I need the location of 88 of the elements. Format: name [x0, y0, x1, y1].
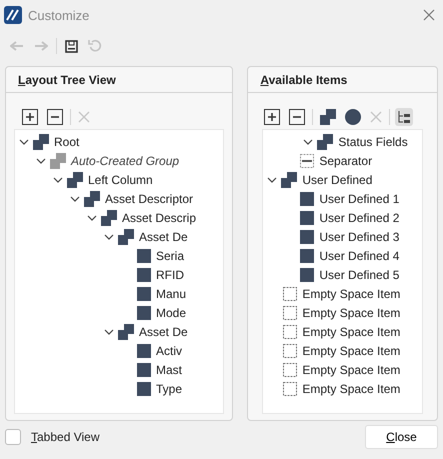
tree-item[interactable]: Empty Space Item	[263, 284, 422, 303]
tree-item[interactable]: Mast	[15, 360, 224, 379]
group-icon	[101, 210, 117, 226]
tree-item[interactable]: Activ	[15, 341, 224, 360]
square-icon	[137, 382, 151, 396]
tree-item[interactable]: Asset De	[15, 322, 224, 341]
chevron-down-icon[interactable]	[267, 174, 278, 184]
tree-item[interactable]: User Defined 3	[263, 227, 422, 246]
group-icon	[118, 324, 134, 340]
expand-button[interactable]	[262, 107, 282, 127]
tree-item[interactable]: Root	[15, 132, 224, 151]
collapse-button[interactable]	[287, 107, 308, 127]
group-icon	[118, 228, 134, 244]
square-icon	[300, 230, 314, 244]
save-button[interactable]	[63, 38, 80, 54]
checkbox[interactable]	[5, 429, 21, 445]
tree-item[interactable]: User Defined 2	[263, 208, 422, 227]
tree-item[interactable]: Type	[15, 379, 224, 398]
tree-item[interactable]: User Defined 1	[263, 189, 422, 208]
delete-icon	[78, 111, 90, 123]
tree-item[interactable]: Manu	[15, 284, 224, 303]
tree-item[interactable]: RFID	[15, 265, 224, 284]
square-icon	[300, 248, 314, 262]
close-button[interactable]: Close	[365, 425, 438, 449]
square-icon	[300, 268, 314, 282]
tree-item[interactable]: Asset Descrip	[15, 208, 224, 227]
tree-view-icon	[397, 110, 412, 124]
window-title: Customize	[28, 8, 90, 22]
save-icon	[65, 40, 78, 52]
tree-item[interactable]: Separator	[263, 151, 422, 170]
square-icon	[300, 192, 314, 206]
checkbox-label: Tabbed View	[31, 430, 100, 444]
app-logo-icon	[4, 6, 22, 24]
empty-space-icon	[283, 362, 298, 376]
tree-item[interactable]: Empty Space Item	[263, 360, 422, 379]
tree-button[interactable]	[395, 108, 414, 126]
group-button[interactable]	[318, 107, 338, 127]
tree-item[interactable]: User Defined 4	[263, 246, 422, 265]
circle-icon	[345, 109, 362, 125]
delete-icon	[370, 111, 382, 123]
square-icon	[137, 268, 151, 282]
collapse-button[interactable]	[45, 107, 65, 127]
square-icon	[137, 344, 151, 358]
group-icon	[317, 134, 334, 150]
group-icon	[67, 172, 83, 188]
group-icon	[320, 109, 336, 125]
tree-item[interactable]: Empty Space Item	[263, 303, 422, 322]
panel-title: Layout Tree View	[6, 67, 232, 93]
chevron-down-icon[interactable]	[104, 326, 114, 336]
group-icon	[33, 134, 49, 150]
empty-space-icon	[283, 382, 298, 396]
reset-icon	[88, 39, 102, 53]
tree-item[interactable]: Status Fields	[263, 132, 422, 151]
group-icon	[281, 172, 298, 188]
collapse-icon	[289, 109, 306, 125]
redo-icon	[34, 40, 48, 52]
square-icon	[137, 286, 151, 300]
empty-space-icon	[283, 286, 298, 300]
circle-button[interactable]	[343, 107, 364, 127]
separator-icon	[300, 154, 314, 168]
square-icon	[300, 210, 314, 224]
chevron-down-icon[interactable]	[303, 136, 314, 146]
panel-title: Available Items	[248, 67, 437, 93]
tree-item[interactable]: Empty Space Item	[263, 322, 422, 341]
expand-button[interactable]	[20, 107, 40, 127]
close-icon[interactable]	[423, 9, 435, 21]
square-icon	[137, 362, 151, 376]
tree-item[interactable]: Auto-Created Group	[15, 151, 224, 170]
tree-item[interactable]: Mode	[15, 303, 224, 322]
tree-item[interactable]: Empty Space Item	[263, 379, 422, 398]
tree-item[interactable]: Empty Space Item	[263, 341, 422, 360]
expand-icon	[22, 109, 38, 125]
empty-space-icon	[283, 306, 298, 320]
square-icon	[137, 248, 151, 262]
tree-item[interactable]: Asset De	[15, 227, 224, 246]
tree-item[interactable]: Left Column	[15, 170, 224, 189]
collapse-icon	[47, 109, 63, 125]
tree-item[interactable]: User Defined	[263, 170, 422, 189]
expand-icon	[264, 109, 280, 125]
group-icon	[50, 152, 66, 168]
undo-icon	[10, 40, 24, 52]
group-icon	[84, 190, 100, 206]
empty-space-icon	[283, 324, 298, 338]
tree-item[interactable]: User Defined 5	[263, 265, 422, 284]
tree-item[interactable]: Seria	[15, 246, 224, 265]
square-icon	[137, 306, 151, 320]
empty-space-icon	[283, 344, 298, 358]
tree-item[interactable]: Asset Descriptor	[15, 189, 224, 208]
